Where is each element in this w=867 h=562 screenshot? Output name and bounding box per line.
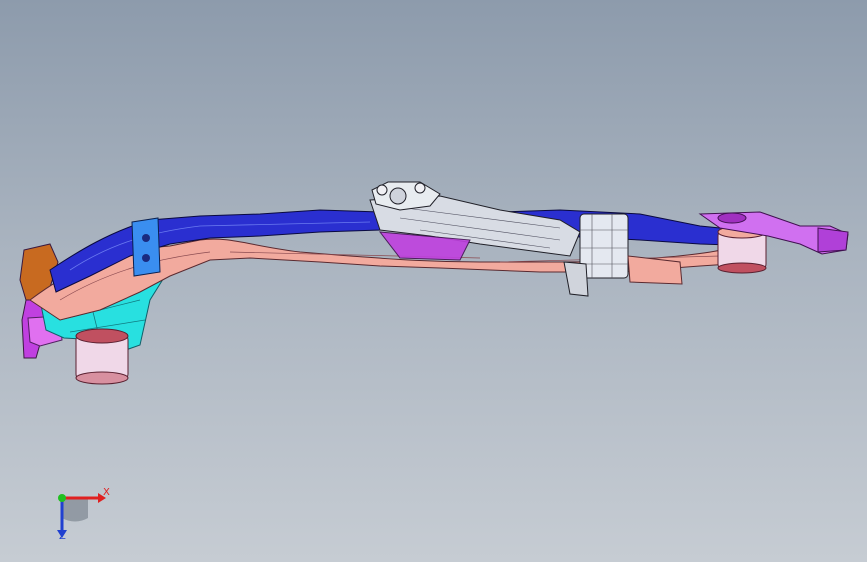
subframe-3d-model[interactable] [0,0,867,562]
triad-plane-icon [62,498,88,522]
x-axis-label: X [103,487,110,498]
coordinate-triad: X Z [40,478,120,548]
left-bushing [75,328,129,385]
center-control-arm [369,181,581,261]
z-axis-label: Z [59,531,66,542]
y-axis-dot-icon [58,494,66,502]
graphics-viewport[interactable]: X Z [0,0,867,562]
left-mount-plate [131,217,161,277]
